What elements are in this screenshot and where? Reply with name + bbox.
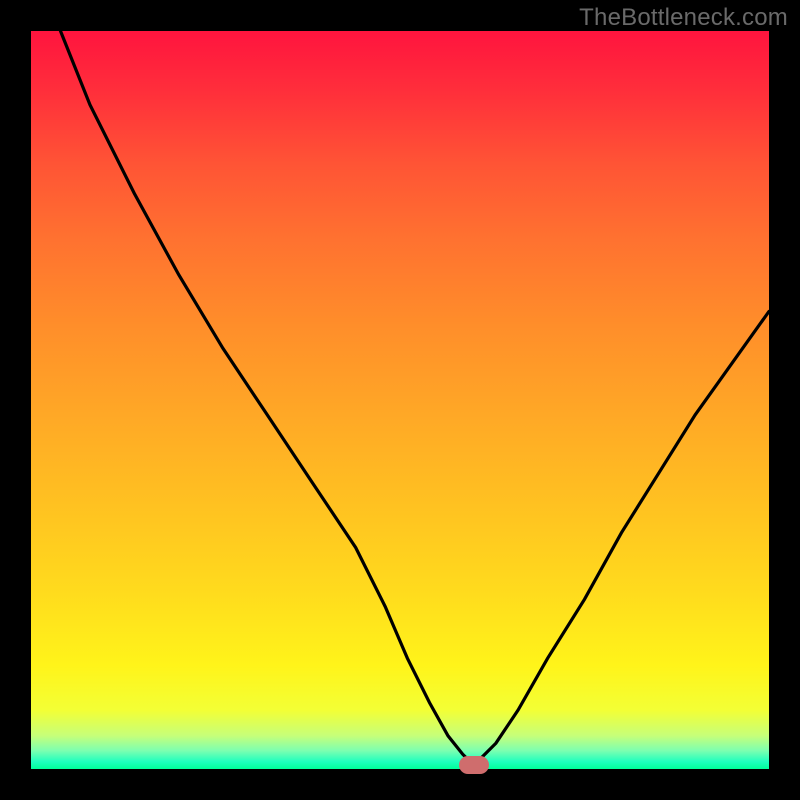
bottleneck-curve [61, 31, 770, 765]
optimal-marker [459, 756, 489, 774]
curve-overlay [31, 31, 769, 769]
chart-frame: TheBottleneck.com [0, 0, 800, 800]
watermark-text: TheBottleneck.com [579, 4, 788, 32]
plot-area [31, 31, 769, 769]
